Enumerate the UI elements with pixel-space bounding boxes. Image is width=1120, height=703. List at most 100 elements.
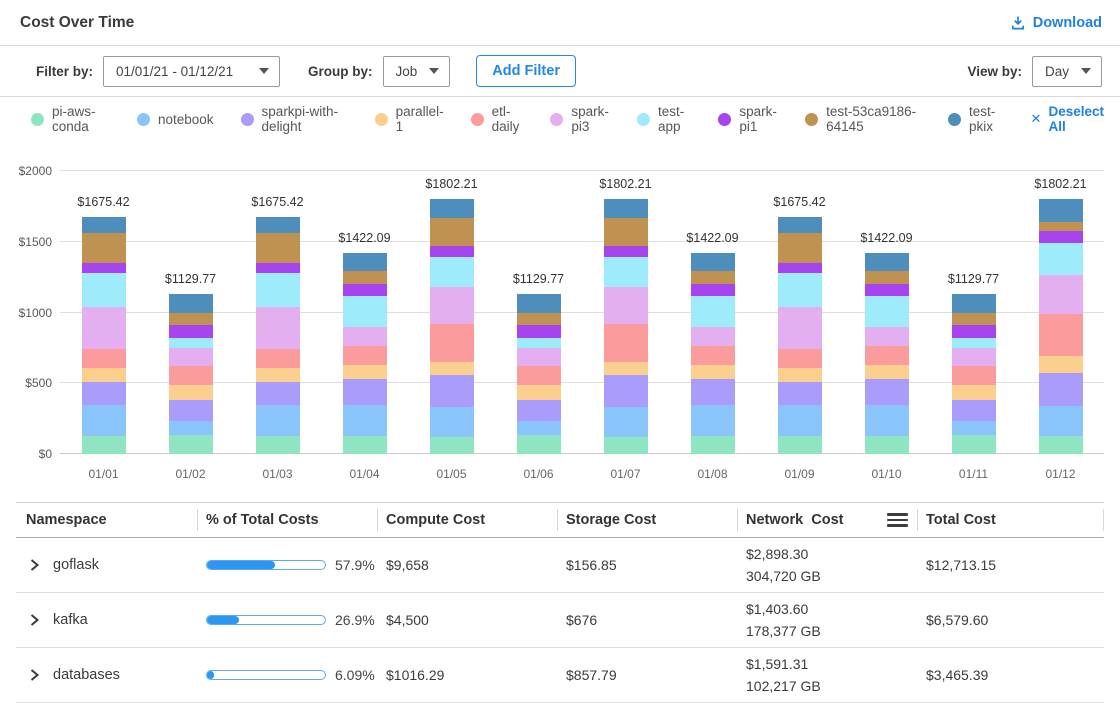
bar-segment-test-app[interactable] bbox=[169, 338, 213, 348]
bar-segment-etl-daily[interactable] bbox=[256, 349, 300, 368]
bar-segment-spark-pi3[interactable] bbox=[952, 348, 996, 366]
bar-segment-test-pkix[interactable] bbox=[517, 294, 561, 313]
bar-segment-etl-daily[interactable] bbox=[82, 349, 126, 368]
bar-segment-sparkpi-with-delight[interactable] bbox=[691, 379, 735, 405]
bar-segment-spark-pi3[interactable] bbox=[82, 307, 126, 349]
bar-segment-sparkpi-with-delight[interactable] bbox=[778, 382, 822, 405]
bar-segment-test-app[interactable] bbox=[604, 257, 648, 287]
bar-segment-notebook[interactable] bbox=[691, 405, 735, 436]
bar-segment-spark-pi3[interactable] bbox=[604, 287, 648, 324]
group-by-dropdown[interactable]: Job bbox=[383, 56, 451, 87]
bar-segment-etl-daily[interactable] bbox=[169, 366, 213, 386]
bar-segment-pi-aws-conda[interactable] bbox=[82, 436, 126, 454]
bar-segment-spark-pi3[interactable] bbox=[343, 327, 387, 346]
bar-stack[interactable] bbox=[430, 199, 474, 454]
bar-segment-parallel-1[interactable] bbox=[343, 365, 387, 379]
bar-segment-notebook[interactable] bbox=[82, 405, 126, 436]
bar-segment-notebook[interactable] bbox=[430, 407, 474, 437]
bar-segment-etl-daily[interactable] bbox=[778, 349, 822, 368]
bar-segment-parallel-1[interactable] bbox=[604, 362, 648, 375]
chevron-right-icon[interactable] bbox=[29, 668, 40, 682]
column-header-total-cost[interactable]: Total Cost bbox=[917, 503, 1104, 537]
bar-segment-test-pkix[interactable] bbox=[169, 294, 213, 313]
bar-segment-pi-aws-conda[interactable] bbox=[1039, 436, 1083, 454]
bar-stack[interactable] bbox=[691, 253, 735, 454]
bar-segment-notebook[interactable] bbox=[952, 421, 996, 435]
bar-segment-test-app[interactable] bbox=[952, 338, 996, 348]
bar-segment-test-pkix[interactable] bbox=[778, 217, 822, 233]
column-header-namespace[interactable]: Namespace bbox=[16, 503, 197, 537]
bar-segment-notebook[interactable] bbox=[865, 405, 909, 436]
chevron-right-icon[interactable] bbox=[29, 613, 40, 627]
bar-segment-test-53ca9186-64145[interactable] bbox=[778, 233, 822, 262]
bar-segment-spark-pi1[interactable] bbox=[517, 325, 561, 338]
bar-stack[interactable] bbox=[604, 199, 648, 454]
bar-segment-notebook[interactable] bbox=[1039, 406, 1083, 436]
bar-segment-pi-aws-conda[interactable] bbox=[604, 437, 648, 454]
bar-segment-pi-aws-conda[interactable] bbox=[778, 436, 822, 454]
column-header-compute-cost[interactable]: Compute Cost bbox=[377, 503, 557, 537]
bar-segment-parallel-1[interactable] bbox=[865, 365, 909, 379]
bar-segment-sparkpi-with-delight[interactable] bbox=[169, 400, 213, 422]
bar-segment-test-app[interactable] bbox=[517, 338, 561, 348]
bar-stack[interactable] bbox=[517, 294, 561, 454]
bar-segment-notebook[interactable] bbox=[604, 407, 648, 437]
bar-segment-test-53ca9186-64145[interactable] bbox=[691, 271, 735, 284]
bar-segment-test-53ca9186-64145[interactable] bbox=[1039, 222, 1083, 231]
bar-segment-sparkpi-with-delight[interactable] bbox=[256, 382, 300, 405]
bar-segment-pi-aws-conda[interactable] bbox=[169, 435, 213, 454]
bar-segment-test-pkix[interactable] bbox=[343, 253, 387, 271]
bar-segment-spark-pi3[interactable] bbox=[169, 348, 213, 366]
bar-segment-spark-pi1[interactable] bbox=[778, 263, 822, 273]
bar-segment-spark-pi1[interactable] bbox=[430, 246, 474, 257]
namespace-cell[interactable]: databases bbox=[16, 667, 197, 683]
bar-segment-notebook[interactable] bbox=[169, 421, 213, 435]
bar-segment-test-app[interactable] bbox=[691, 296, 735, 327]
bar-segment-spark-pi1[interactable] bbox=[169, 325, 213, 338]
column-header-storage-cost[interactable]: Storage Cost bbox=[557, 503, 737, 537]
bar-segment-parallel-1[interactable] bbox=[256, 368, 300, 381]
bar-segment-sparkpi-with-delight[interactable] bbox=[1039, 373, 1083, 406]
bar-segment-spark-pi1[interactable] bbox=[343, 284, 387, 296]
legend-item-test-pkix[interactable]: test-pkix bbox=[948, 104, 1004, 134]
bar-segment-pi-aws-conda[interactable] bbox=[430, 437, 474, 454]
bar-segment-test-pkix[interactable] bbox=[256, 217, 300, 233]
download-button[interactable]: Download bbox=[1010, 15, 1102, 31]
bar-segment-spark-pi3[interactable] bbox=[691, 327, 735, 346]
bar-segment-parallel-1[interactable] bbox=[691, 365, 735, 379]
bar-segment-etl-daily[interactable] bbox=[604, 324, 648, 362]
bar-segment-sparkpi-with-delight[interactable] bbox=[604, 375, 648, 407]
bar-segment-test-pkix[interactable] bbox=[82, 217, 126, 233]
bar-segment-notebook[interactable] bbox=[343, 405, 387, 436]
column-header-network-cost[interactable]: Network Cost bbox=[737, 503, 917, 537]
bar-segment-test-53ca9186-64145[interactable] bbox=[604, 218, 648, 245]
bar-segment-test-pkix[interactable] bbox=[604, 199, 648, 218]
bar-segment-pi-aws-conda[interactable] bbox=[517, 435, 561, 454]
bar-segment-test-pkix[interactable] bbox=[430, 199, 474, 218]
bar-segment-test-53ca9186-64145[interactable] bbox=[517, 313, 561, 325]
bar-stack[interactable] bbox=[82, 217, 126, 454]
bar-segment-test-app[interactable] bbox=[778, 273, 822, 307]
bar-segment-spark-pi1[interactable] bbox=[604, 246, 648, 257]
bar-segment-test-53ca9186-64145[interactable] bbox=[82, 233, 126, 262]
bar-segment-spark-pi1[interactable] bbox=[691, 284, 735, 296]
bar-segment-spark-pi1[interactable] bbox=[952, 325, 996, 338]
bar-segment-parallel-1[interactable] bbox=[169, 385, 213, 399]
bar-segment-etl-daily[interactable] bbox=[343, 346, 387, 365]
bar-segment-test-53ca9186-64145[interactable] bbox=[952, 313, 996, 325]
bar-segment-etl-daily[interactable] bbox=[517, 366, 561, 386]
bar-stack[interactable] bbox=[865, 253, 909, 454]
bar-segment-parallel-1[interactable] bbox=[82, 368, 126, 381]
column-settings-icon[interactable] bbox=[887, 511, 908, 529]
bar-stack[interactable] bbox=[778, 217, 822, 454]
legend-item-spark-pi3[interactable]: spark-pi3 bbox=[550, 104, 610, 134]
bar-segment-test-app[interactable] bbox=[430, 257, 474, 287]
bar-segment-test-app[interactable] bbox=[1039, 243, 1083, 275]
legend-item-test-53ca9186-64145[interactable]: test-53ca9186-64145 bbox=[805, 104, 921, 134]
date-range-dropdown[interactable]: 01/01/21 - 01/12/21 bbox=[103, 56, 280, 87]
bar-segment-test-53ca9186-64145[interactable] bbox=[169, 313, 213, 325]
view-by-dropdown[interactable]: Day bbox=[1032, 56, 1102, 87]
chevron-right-icon[interactable] bbox=[29, 558, 40, 572]
bar-segment-etl-daily[interactable] bbox=[691, 346, 735, 365]
bar-segment-parallel-1[interactable] bbox=[1039, 356, 1083, 373]
